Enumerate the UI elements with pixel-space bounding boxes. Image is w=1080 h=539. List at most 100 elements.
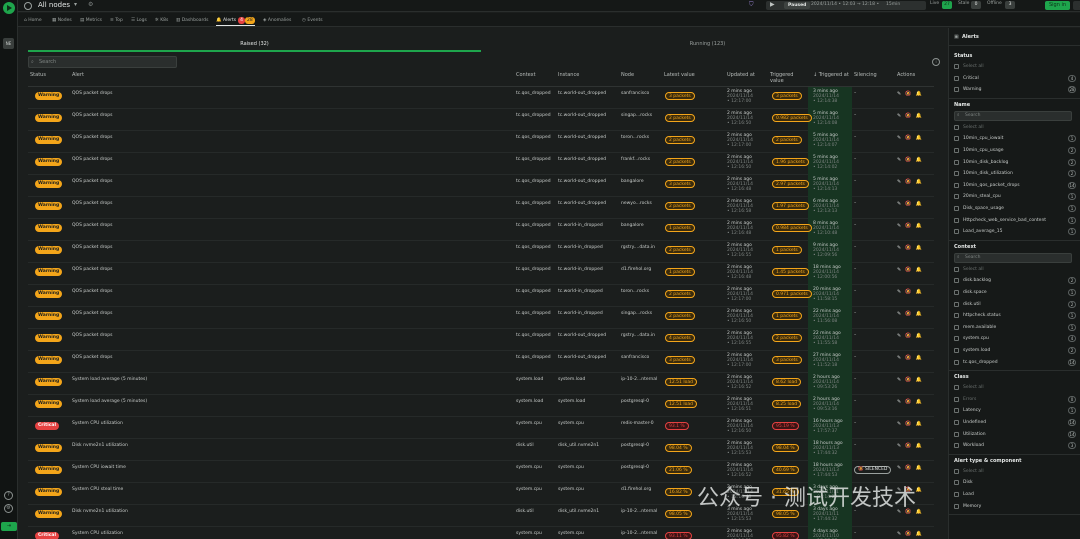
edit-icon[interactable]: ✎ bbox=[897, 399, 905, 405]
logo-icon[interactable] bbox=[3, 2, 15, 14]
bell-icon[interactable]: 🔔 bbox=[915, 311, 925, 317]
alert-name[interactable]: System CPU utilization bbox=[72, 531, 123, 536]
bell-icon[interactable]: 🔔 bbox=[915, 113, 925, 119]
checkbox[interactable] bbox=[954, 206, 959, 211]
filter-name-item[interactable]: 10min_disk_backlog 2 bbox=[954, 158, 1076, 168]
filter-context-item[interactable]: Select all bbox=[954, 265, 1076, 275]
filter-type-item[interactable]: Select all bbox=[954, 467, 1076, 477]
silence-icon[interactable]: 🔕 bbox=[905, 355, 915, 361]
alert-name[interactable]: Disk nvme2n1 utilization bbox=[72, 509, 128, 514]
tab-logs[interactable]: ☰ Logs bbox=[131, 16, 147, 26]
bell-icon[interactable]: 🔔 bbox=[915, 443, 925, 449]
tab-dashboards[interactable]: ▥ Dashboards bbox=[176, 16, 208, 26]
filter-context-item[interactable]: disk.space 1 bbox=[954, 288, 1076, 298]
silence-icon[interactable]: 🔕 bbox=[905, 267, 915, 273]
checkbox[interactable] bbox=[954, 182, 959, 188]
alert-name[interactable]: System CPU iowait time bbox=[72, 465, 126, 470]
edit-icon[interactable]: ✎ bbox=[897, 91, 905, 97]
alert-node[interactable]: ip-10-2...nternal bbox=[621, 531, 657, 536]
tab-alerts[interactable]: 🔔 Alerts 4 28 bbox=[216, 16, 255, 26]
alert-node[interactable]: ip-10-2...nternal bbox=[621, 377, 657, 382]
alert-name[interactable]: QOS packet drops bbox=[72, 113, 112, 118]
alert-node[interactable]: d1.firehol.org bbox=[621, 267, 651, 272]
bell-icon[interactable]: 🔔 bbox=[915, 355, 925, 361]
filter-name-item[interactable]: Httpcheck_web_service_bad_content 1 bbox=[954, 216, 1076, 226]
alert-node[interactable]: sanfrancisco bbox=[621, 355, 649, 360]
checkbox[interactable] bbox=[954, 159, 959, 165]
silence-icon[interactable]: 🔕 bbox=[905, 443, 915, 449]
edit-icon[interactable]: ✎ bbox=[897, 333, 905, 339]
bell-icon[interactable]: 🔔 bbox=[915, 531, 925, 537]
silence-icon[interactable]: 🔕 bbox=[905, 421, 915, 427]
alert-name[interactable]: System load average (5 minutes) bbox=[72, 377, 147, 382]
bell-icon[interactable]: 🔔 bbox=[915, 487, 925, 493]
filter-context-item[interactable]: disk.backlog 2 bbox=[954, 276, 1076, 286]
checkbox[interactable] bbox=[954, 503, 959, 509]
silence-icon[interactable]: 🔕 bbox=[905, 157, 915, 163]
silence-icon[interactable]: 🔕 bbox=[905, 113, 915, 119]
checkbox[interactable] bbox=[954, 431, 959, 437]
bell-icon[interactable]: 🔔 bbox=[915, 421, 925, 427]
filter-context-item[interactable]: httpcheck.status 1 bbox=[954, 311, 1076, 321]
filter-class-item[interactable]: Select all bbox=[954, 383, 1076, 393]
table-row[interactable]: Warning QOS packet drops tc.qos_dropped tc.… bbox=[28, 351, 934, 373]
silence-icon[interactable]: 🔕 bbox=[905, 333, 915, 339]
col-triggered-value[interactable]: Triggered value bbox=[770, 72, 802, 84]
filter-name-item[interactable]: 10min_disk_utilization 2 bbox=[954, 169, 1076, 179]
alert-name[interactable]: QOS packet drops bbox=[72, 245, 112, 250]
alert-name[interactable]: QOS packet drops bbox=[72, 91, 112, 96]
info-icon[interactable]: i bbox=[932, 58, 940, 66]
alert-node[interactable]: rgstry....data.in bbox=[621, 333, 655, 338]
col-updated-at[interactable]: Updated at bbox=[727, 72, 755, 78]
edit-icon[interactable]: ✎ bbox=[897, 531, 905, 537]
checkbox[interactable] bbox=[954, 278, 959, 284]
checkbox[interactable] bbox=[954, 492, 959, 497]
table-row[interactable]: Warning System load average (5 minutes) sy… bbox=[28, 373, 934, 395]
silenced-badge[interactable]: 🔕 SILENCED bbox=[854, 466, 892, 474]
col-silencing[interactable]: Silencing bbox=[854, 72, 877, 78]
alert-name[interactable]: QOS packet drops bbox=[72, 267, 112, 272]
silence-icon[interactable]: 🔕 bbox=[905, 179, 915, 185]
tab-nodes[interactable]: ▦ Nodes bbox=[52, 16, 72, 26]
col-status[interactable]: Status bbox=[30, 72, 46, 78]
alert-name[interactable]: System CPU steal time bbox=[72, 487, 123, 492]
filter-type-item[interactable]: Disk bbox=[954, 478, 1076, 488]
edit-icon[interactable]: ✎ bbox=[897, 201, 905, 207]
filter-class-item[interactable]: Errors 0 bbox=[954, 395, 1076, 405]
filter-context-item[interactable]: system.cpu 4 bbox=[954, 334, 1076, 344]
time-range-duration[interactable]: 15min bbox=[886, 2, 900, 7]
filter-class-item[interactable]: Latency 1 bbox=[954, 406, 1076, 416]
checkbox[interactable] bbox=[954, 348, 959, 353]
alert-name[interactable]: System CPU utilization bbox=[72, 421, 123, 426]
alert-name[interactable]: QOS packet drops bbox=[72, 157, 112, 162]
filter-type-item[interactable]: Memory bbox=[954, 502, 1076, 512]
alert-node[interactable]: singap...rocks bbox=[621, 311, 652, 316]
alert-name[interactable]: Disk nvme2n1 utilization bbox=[72, 443, 128, 448]
checkbox[interactable] bbox=[954, 148, 959, 153]
checkbox[interactable] bbox=[954, 396, 959, 402]
bell-icon[interactable]: 🔔 bbox=[915, 289, 925, 295]
filter-context-item[interactable]: disk.util 2 bbox=[954, 300, 1076, 310]
bell-icon[interactable]: 🔔 bbox=[915, 399, 925, 405]
alert-node[interactable]: postgresql-0 bbox=[621, 443, 649, 448]
help-icon[interactable]: ? bbox=[4, 491, 13, 500]
table-row[interactable]: Warning QOS packet drops tc.qos_dropped tc.… bbox=[28, 307, 934, 329]
filter-context-title[interactable]: Context bbox=[954, 244, 976, 250]
filter-status-item[interactable]: Select all bbox=[954, 62, 1076, 72]
checkbox[interactable] bbox=[954, 229, 959, 235]
alert-node[interactable]: toron...rocks bbox=[621, 289, 649, 294]
col-node[interactable]: Node bbox=[621, 72, 634, 78]
filter-name-item[interactable]: 10min_cpu_iowait 1 bbox=[954, 134, 1076, 144]
live-count[interactable]: 27 bbox=[942, 1, 952, 9]
filter-name-item[interactable]: Load_average_15 1 bbox=[954, 227, 1076, 237]
alert-node[interactable]: singap...rocks bbox=[621, 113, 652, 118]
alert-node[interactable]: bangalore bbox=[621, 179, 644, 184]
bell-icon[interactable]: 🔔 bbox=[915, 333, 925, 339]
bell-icon[interactable]: 🔔 bbox=[915, 179, 925, 185]
sign-in-button[interactable]: Sign in bbox=[1045, 1, 1070, 10]
table-row[interactable]: Warning Disk nvme2n1 utilization disk.util… bbox=[28, 439, 934, 461]
checkbox[interactable] bbox=[954, 64, 959, 69]
col-latest-value[interactable]: Latest value bbox=[664, 72, 695, 78]
table-row[interactable]: Warning System load average (5 minutes) sy… bbox=[28, 395, 934, 417]
checkbox[interactable] bbox=[954, 359, 959, 365]
